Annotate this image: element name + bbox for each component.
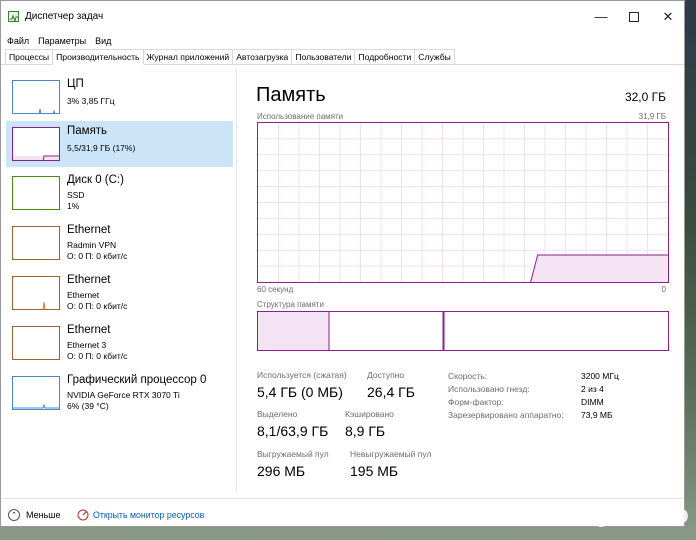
sidebar-item-detail: SSD (67, 190, 85, 200)
form-factor-value: DIMM (581, 397, 604, 407)
fewer-details-label: Меньше (26, 510, 61, 520)
menu-view[interactable]: Вид (95, 36, 111, 46)
sidebar-item-disk[interactable]: Диск 0 (C:) SSD 1% (6, 170, 233, 216)
speed-label: Скорость: (448, 371, 488, 381)
sidebar-item-detail: 6% (39 °C) (67, 401, 109, 411)
sidebar-item-ethernet-radmin[interactable]: Ethernet Radmin VPN О: 0 П: 0 кбит/с (6, 220, 233, 266)
resource-monitor-label: Открыть монитор ресурсов (93, 510, 205, 520)
title-bar: Диспетчер задач — ✕ (1, 1, 684, 32)
sidebar-item-detail: 3% 3,85 ГГц (67, 96, 115, 106)
cached-label: Кэшировано (345, 409, 394, 419)
task-manager-window: Диспетчер задач — ✕ Файл Параметры Вид П… (0, 0, 685, 527)
sidebar-item-detail: Ethernet 3 (67, 340, 107, 350)
panel-splitter[interactable] (236, 69, 237, 492)
sidebar-item-detail: О: 0 П: 0 кбит/с (67, 251, 128, 261)
ethernet-thumbnail-graph (12, 276, 60, 310)
avito-logo-icon (583, 504, 607, 527)
ethernet-thumbnail-graph (12, 326, 60, 360)
tab-processes[interactable]: Процессы (5, 49, 54, 64)
cached-value: 8,9 ГБ (345, 423, 386, 439)
in-use-label: Используется (сжатая) (257, 370, 347, 380)
cpu-thumbnail-graph (12, 80, 60, 114)
close-icon[interactable]: ✕ (653, 1, 683, 32)
tab-performance[interactable]: Производительность (52, 49, 144, 65)
chevron-up-icon: ⌃ (8, 509, 20, 521)
memory-usage-plot (258, 123, 668, 283)
resource-monitor-icon (77, 509, 89, 521)
sidebar-item-title: Ethernet (67, 324, 111, 336)
sidebar-item-ethernet[interactable]: Ethernet Ethernet О: 0 П: 0 кбит/с (6, 270, 233, 316)
slots-used-value: 2 из 4 (581, 384, 604, 394)
committed-value: 8,1/63,9 ГБ (257, 423, 329, 439)
sidebar-item-gpu[interactable]: Графический процессор 0 NVIDIA GeForce R… (6, 370, 233, 416)
available-value: 26,4 ГБ (367, 384, 415, 400)
tab-strip: Процессы Производительность Журнал прило… (1, 49, 684, 65)
sidebar-item-title: ЦП (67, 78, 84, 90)
sidebar-item-detail: 5,5/31,9 ГБ (17%) (67, 143, 136, 153)
usage-graph-max: 31,9 ГБ (638, 112, 666, 121)
sidebar-item-detail: О: 0 П: 0 кбит/с (67, 301, 128, 311)
available-label: Доступно (367, 370, 405, 380)
hardware-reserved-value: 73,9 МБ (581, 410, 613, 420)
tab-startup[interactable]: Автозагрузка (232, 49, 293, 64)
structure-in-use-segment (258, 312, 329, 350)
hardware-reserved-label: Зарезервировано аппаратно: (448, 410, 564, 420)
sidebar-item-detail: Ethernet (67, 290, 100, 300)
sidebar-item-ethernet-3[interactable]: Ethernet Ethernet 3 О: 0 П: 0 кбит/с (6, 320, 233, 366)
menu-bar: Файл Параметры Вид (1, 32, 684, 49)
avito-wordmark: Avito (617, 499, 689, 530)
usage-graph-label: Использование памяти (257, 112, 344, 121)
maximize-icon[interactable] (619, 1, 649, 32)
sidebar-item-title: Ethernet (67, 274, 111, 286)
structure-graph-label: Структура памяти (257, 300, 324, 309)
menu-file[interactable]: Файл (7, 36, 29, 46)
minimize-icon[interactable]: — (586, 1, 616, 32)
resource-sidebar: ЦП 3% 3,85 ГГц Память 5,5/31,9 ГБ (17%) … (1, 69, 235, 492)
menu-options[interactable]: Параметры (38, 36, 86, 46)
tab-details[interactable]: Подробности (354, 49, 416, 64)
usage-axis-start-label: 60 секунд (257, 285, 294, 294)
sidebar-item-detail: Radmin VPN (67, 240, 117, 250)
memory-structure-graph (257, 311, 669, 351)
tab-app-history[interactable]: Журнал приложений (142, 49, 234, 64)
memory-total: 32,0 ГБ (624, 90, 666, 104)
disk-thumbnail-graph (12, 176, 60, 210)
page-title: Память (256, 84, 326, 106)
sidebar-item-detail: 1% (67, 201, 80, 211)
sidebar-item-detail: NVIDIA GeForce RTX 3070 Ti (67, 390, 180, 400)
sidebar-item-detail: О: 0 П: 0 кбит/с (67, 351, 128, 361)
window-title: Диспетчер задач (25, 11, 104, 22)
in-use-value: 5,4 ГБ (0 МБ) (257, 384, 343, 400)
memory-usage-area (530, 254, 668, 282)
nonpaged-pool-value: 195 МБ (350, 463, 399, 479)
tab-services[interactable]: Службы (414, 49, 455, 64)
sidebar-item-cpu[interactable]: ЦП 3% 3,85 ГГц (6, 74, 233, 120)
memory-usage-graph (257, 122, 669, 283)
sidebar-item-title: Память (67, 125, 108, 137)
gpu-thumbnail-graph (12, 376, 60, 410)
speed-value: 3200 МГц (581, 371, 619, 381)
ethernet-thumbnail-graph (12, 226, 60, 260)
paged-pool-value: 296 МБ (257, 463, 306, 479)
avito-watermark: Avito (580, 499, 689, 531)
sidebar-item-title: Графический процессор 0 (67, 374, 207, 386)
memory-panel: Память 32,0 ГБ Использование памяти 31,9… (246, 69, 676, 492)
slots-used-label: Использовано гнезд: (448, 384, 530, 394)
sidebar-item-memory[interactable]: Память 5,5/31,9 ГБ (17%) (6, 121, 233, 167)
usage-axis-end-label: 0 (661, 285, 666, 294)
nonpaged-pool-label: Невыгружаемый пул (350, 449, 432, 459)
sidebar-item-title: Диск 0 (C:) (67, 174, 124, 186)
committed-label: Выделено (257, 409, 298, 419)
paged-pool-label: Выгружаемый пул (257, 449, 329, 459)
sidebar-item-title: Ethernet (67, 224, 111, 236)
form-factor-label: Форм-фактор: (448, 397, 504, 407)
fewer-details-button[interactable]: ⌃ Меньше (8, 509, 61, 521)
task-manager-app-icon (8, 11, 19, 23)
memory-thumbnail-graph (12, 127, 60, 161)
tab-users[interactable]: Пользователи (291, 49, 356, 64)
open-resource-monitor-link[interactable]: Открыть монитор ресурсов (77, 509, 204, 521)
